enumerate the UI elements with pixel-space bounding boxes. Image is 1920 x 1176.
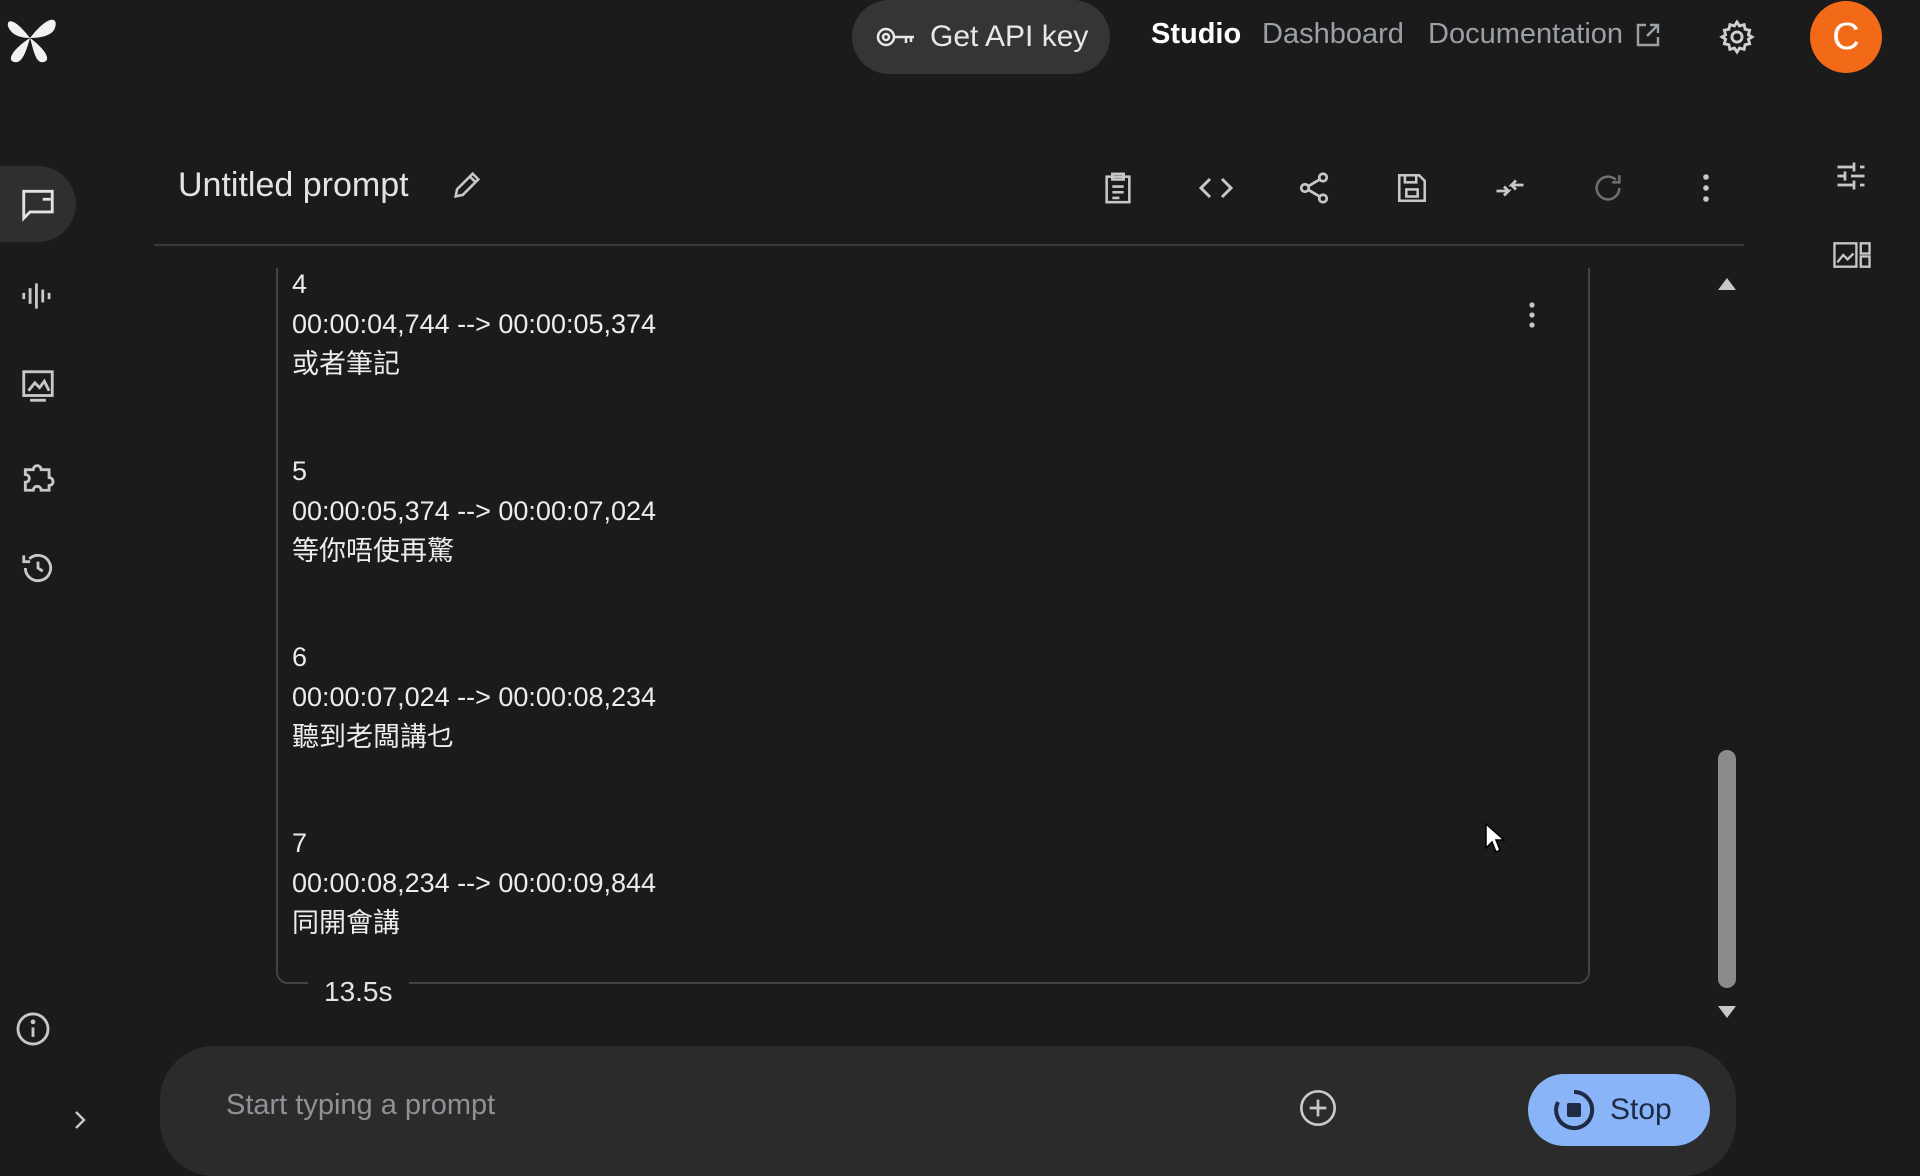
- subtitle-index: 5: [292, 456, 308, 486]
- rail-chat-icon[interactable]: [0, 166, 76, 242]
- key-icon: [876, 24, 916, 50]
- logo-icon[interactable]: [0, 8, 62, 70]
- clipboard-icon[interactable]: [1098, 168, 1138, 208]
- tune-icon[interactable]: [1833, 158, 1869, 194]
- code-icon[interactable]: [1196, 168, 1236, 208]
- subtitle-text: 同開會講: [292, 908, 400, 938]
- subtitle-timecode: 00:00:04,744 --> 00:00:05,374: [292, 309, 657, 339]
- subtitle-index: 7: [292, 828, 308, 858]
- subtitle-text: 聽到老闆講乜: [292, 722, 454, 752]
- nav-documentation[interactable]: Documentation: [1428, 18, 1661, 51]
- stop-label: Stop: [1610, 1093, 1672, 1126]
- compare-icon[interactable]: [1490, 168, 1530, 208]
- image-icon[interactable]: [0, 348, 76, 424]
- info-icon[interactable]: [14, 1010, 52, 1048]
- nav-documentation-label: Documentation: [1428, 18, 1624, 50]
- history-icon[interactable]: [0, 530, 76, 606]
- get-api-key-label: Get API key: [930, 20, 1089, 53]
- nav-studio[interactable]: Studio: [1151, 18, 1241, 51]
- subtitle-timecode: 00:00:05,374 --> 00:00:07,024: [292, 496, 657, 526]
- get-api-key-button[interactable]: Get API key: [852, 0, 1110, 74]
- subtitle-timecode: 00:00:07,024 --> 00:00:08,234: [292, 682, 657, 712]
- external-link-icon: [1635, 22, 1661, 48]
- scroll-up-arrow[interactable]: [1717, 276, 1737, 292]
- prompt-input[interactable]: [224, 1084, 1378, 1126]
- refresh-icon[interactable]: [1588, 168, 1628, 208]
- layout-icon[interactable]: [1833, 240, 1871, 270]
- elapsed-time: 13.5s: [308, 976, 409, 1008]
- subtitle-text: 等你唔使再驚: [292, 536, 454, 566]
- prompt-bar: [160, 1046, 1736, 1176]
- nav-dashboard[interactable]: Dashboard: [1262, 18, 1404, 51]
- audio-icon[interactable]: [0, 258, 76, 334]
- page-title[interactable]: Untitled prompt: [178, 166, 409, 205]
- gear-icon[interactable]: [1718, 18, 1756, 56]
- more-icon[interactable]: [1686, 168, 1726, 208]
- add-circle-icon[interactable]: [1298, 1088, 1338, 1128]
- puzzle-icon[interactable]: [0, 438, 76, 514]
- scroll-down-arrow[interactable]: [1717, 1004, 1737, 1020]
- chevron-right-icon[interactable]: [68, 1108, 92, 1132]
- edit-icon[interactable]: [450, 168, 484, 202]
- header-divider: [154, 244, 1744, 246]
- scrollbar-thumb[interactable]: [1718, 750, 1736, 988]
- subtitle-text: 或者筆記: [292, 349, 400, 379]
- response-more-icon[interactable]: [1528, 300, 1536, 330]
- save-icon[interactable]: [1392, 168, 1432, 208]
- subtitle-index: 4: [292, 269, 308, 299]
- subtitle-index: 6: [292, 642, 308, 672]
- avatar[interactable]: C: [1810, 1, 1882, 73]
- mouse-cursor-icon: [1484, 822, 1506, 854]
- subtitle-timecode: 00:00:08,234 --> 00:00:09,844: [292, 868, 657, 898]
- stop-button[interactable]: Stop: [1528, 1074, 1710, 1146]
- stop-icon: [1552, 1088, 1596, 1132]
- share-icon[interactable]: [1294, 168, 1334, 208]
